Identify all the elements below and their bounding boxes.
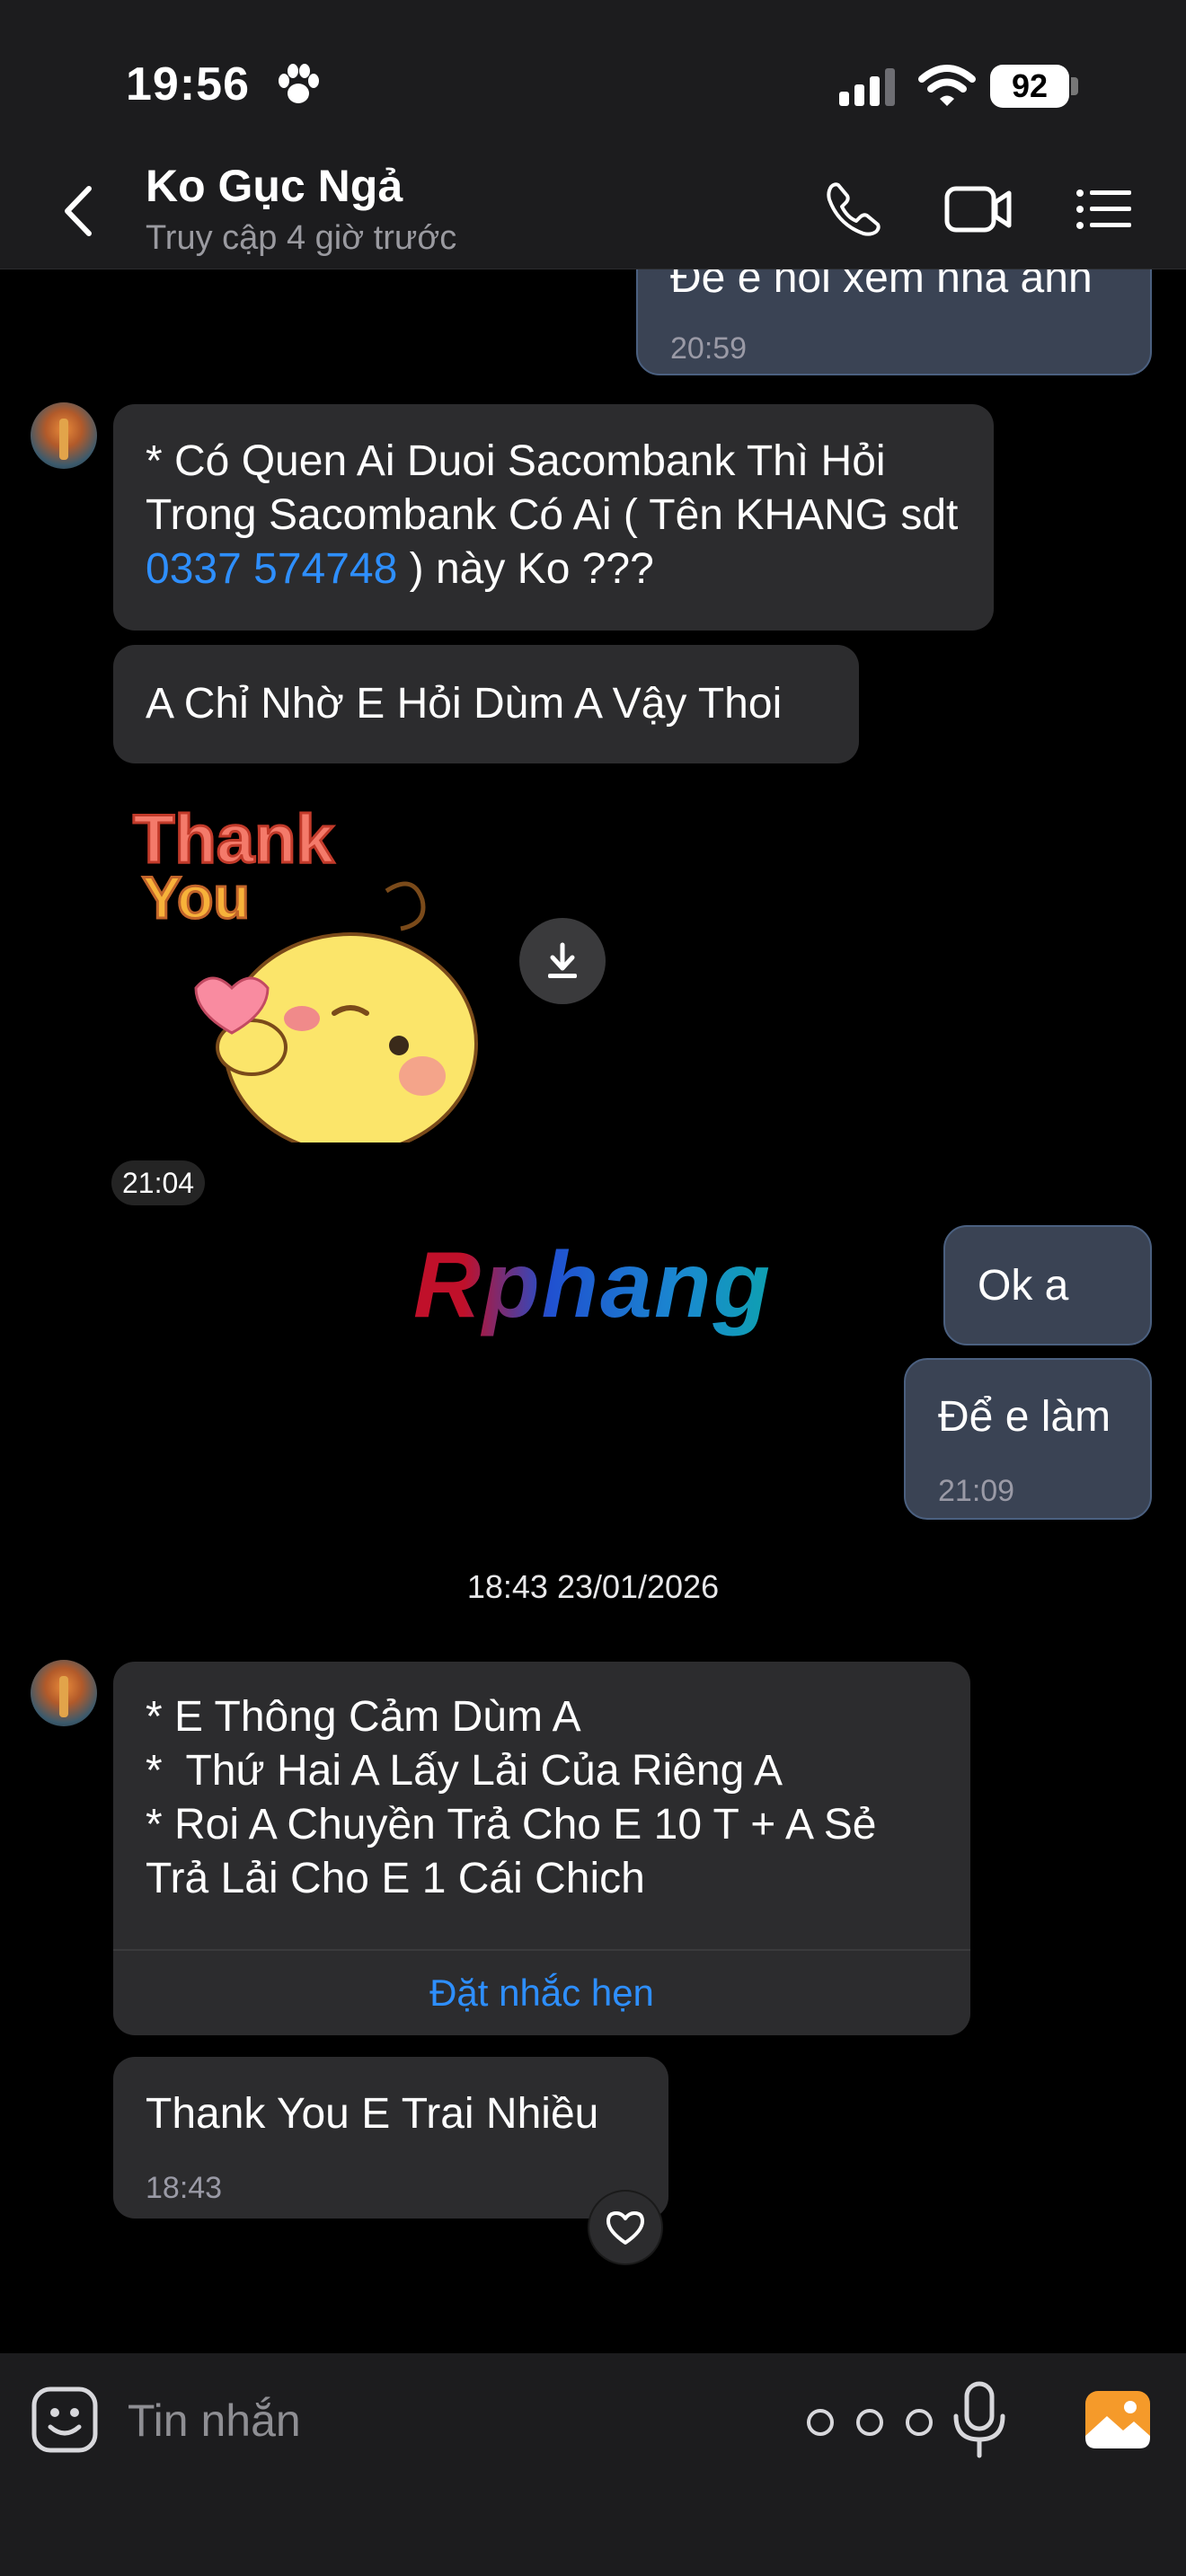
chat-title[interactable]: Ko Gục Ngả [146, 160, 403, 212]
back-button[interactable] [56, 180, 101, 243]
incoming-message[interactable]: A Chỉ Nhờ E Hỏi Dùm A Vậy Thoi [113, 645, 859, 763]
react-button[interactable] [588, 2190, 663, 2265]
battery-tip [1071, 77, 1078, 95]
phone-icon [827, 182, 881, 236]
message-time: 20:59 [670, 331, 748, 366]
list-icon [1076, 190, 1131, 229]
message-line: * E Thông Cảm Dùm A [146, 1693, 581, 1741]
sticker-time: 21:04 [111, 1160, 206, 1205]
battery-indicator: 92 [990, 65, 1069, 108]
thank-you-sticker[interactable]: Thank You [126, 783, 503, 1151]
message-input[interactable] [128, 2387, 757, 2454]
signal-icon [839, 68, 895, 106]
avatar[interactable] [31, 1660, 97, 1726]
chat-menu-button[interactable] [1073, 178, 1136, 241]
video-call-button[interactable] [942, 178, 1015, 241]
message-time: 21:09 [938, 1474, 1015, 1508]
wifi-icon [918, 65, 976, 106]
message-line: * Thứ Hai A Lấy Lải Của Riêng A [146, 1747, 783, 1795]
message-text: * Có Quen Ai Duoi Sacombank Thì Hỏi Tron… [146, 437, 959, 539]
incoming-message[interactable]: * Có Quen Ai Duoi Sacombank Thì Hỏi Tron… [113, 404, 994, 631]
composer-bar [0, 2353, 1186, 2576]
watermark: Rphang [413, 1233, 773, 1337]
paw-icon [279, 64, 319, 103]
message-text: Thank You E Trai Nhiều [146, 2090, 599, 2138]
emoji-icon[interactable] [31, 2386, 99, 2454]
message-text: Ok a [978, 1262, 1069, 1310]
sticker-line2: You [142, 864, 250, 931]
status-time: 19:56 [126, 58, 250, 110]
outgoing-message[interactable]: Ok a [943, 1225, 1152, 1345]
mic-icon[interactable] [949, 2380, 1010, 2459]
heart-icon [606, 2211, 644, 2245]
date-separator: 18:43 23/01/2026 [466, 1568, 720, 1605]
voice-call-button[interactable] [821, 178, 886, 241]
back-icon [65, 186, 92, 236]
incoming-message[interactable]: * E Thông Cảm Dùm A * Thứ Hai A Lấy Lải … [113, 1662, 970, 2035]
download-icon [548, 942, 577, 978]
video-icon [944, 186, 1012, 233]
avatar[interactable] [31, 402, 97, 469]
download-button[interactable] [519, 918, 606, 1004]
message-text: A Chỉ Nhờ E Hỏi Dùm A Vậy Thoi [146, 680, 783, 728]
set-reminder-button[interactable]: Đặt nhắc hẹn [113, 1951, 970, 2035]
message-time: 18:43 [146, 2171, 223, 2205]
message-line: * Roi A Chuyền Trả Cho E 10 T + A Sẻ Trả… [146, 1801, 877, 1902]
photo-icon[interactable] [1084, 2386, 1152, 2454]
more-icon[interactable] [807, 2400, 933, 2445]
phone-number-link[interactable]: 0337 574748 [146, 545, 397, 593]
message-text: ) này Ko ??? [397, 545, 654, 593]
message-text: Để e làm [938, 1393, 1111, 1441]
last-seen-status: Truy cập 4 giờ trước [146, 219, 457, 257]
top-bar: 19:56 92 Ko Gục Ngả Truy cập 4 giờ trước [0, 0, 1186, 269]
incoming-message[interactable]: Thank You E Trai Nhiều 18:43 [113, 2057, 668, 2219]
outgoing-message[interactable]: Để e làm 21:09 [904, 1358, 1152, 1520]
